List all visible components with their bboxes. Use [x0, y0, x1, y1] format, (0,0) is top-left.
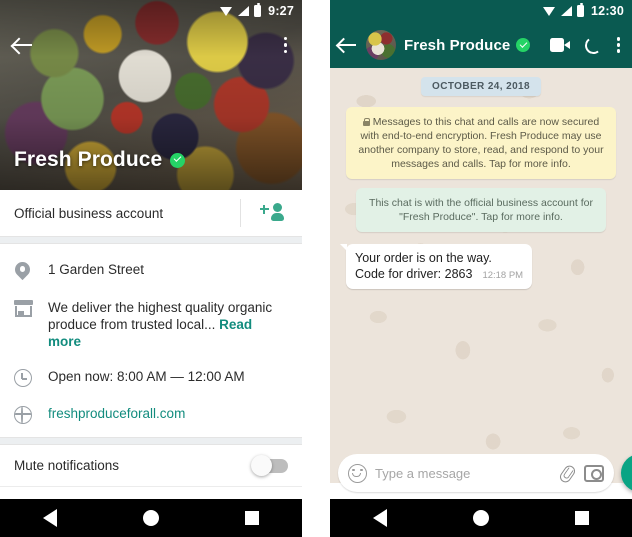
encryption-notice-text: Messages to this chat and calls are now … — [358, 116, 604, 170]
status-time: 9:27 — [268, 4, 294, 18]
profile-cover-photo: 9:27 Fresh Produce — [0, 0, 302, 190]
add-contact-button[interactable] — [240, 199, 302, 227]
clock-icon — [14, 368, 48, 387]
message-body-2: Code for driver: 2863 — [355, 267, 473, 281]
wifi-icon — [220, 6, 233, 17]
official-account-label: Official business account — [14, 205, 164, 221]
emoji-icon[interactable] — [348, 463, 367, 483]
attachment-icon[interactable] — [559, 464, 576, 483]
composer-pill[interactable] — [338, 454, 614, 492]
business-account-notice[interactable]: This chat is with the official business … — [356, 188, 606, 232]
message-input[interactable] — [375, 465, 551, 481]
globe-icon — [14, 405, 48, 424]
video-call-icon[interactable] — [549, 37, 570, 52]
android-nav-bar — [0, 499, 302, 537]
encryption-notice[interactable]: Messages to this chat and calls are now … — [346, 107, 616, 179]
battery-icon — [577, 3, 585, 17]
message-list[interactable]: OCTOBER 24, 2018 Messages to this chat a… — [330, 68, 632, 483]
nav-back-button[interactable] — [373, 509, 387, 527]
mute-notifications-label: Mute notifications — [14, 458, 120, 473]
message-text-line-2: Code for driver: 2863 12:18 PM — [355, 266, 523, 284]
contact-title[interactable]: Fresh Produce — [404, 37, 542, 54]
more-options-icon[interactable] — [615, 34, 622, 55]
verified-badge-icon — [516, 38, 531, 52]
hours-text: Open now: 8:00 AM — 12:00 AM — [48, 369, 245, 384]
business-profile-screen: 9:27 Fresh Produce Official business acc… — [0, 0, 302, 537]
signal-icon — [561, 6, 573, 16]
wifi-icon — [543, 6, 556, 17]
date-chip-label: OCTOBER 24, 2018 — [421, 77, 541, 96]
setting-row-mute[interactable]: Mute notifications — [0, 445, 302, 487]
more-options-icon[interactable] — [281, 33, 291, 58]
date-divider: OCTOBER 24, 2018 — [340, 77, 622, 96]
location-pin-icon — [14, 261, 48, 281]
message-text-line-1: Your order is on the way. — [355, 251, 492, 265]
chat-header-actions — [549, 34, 624, 55]
lock-icon — [362, 118, 371, 126]
section-divider-2 — [0, 437, 302, 445]
nav-home-button[interactable] — [143, 510, 159, 526]
voice-call-icon[interactable] — [584, 36, 601, 53]
profile-title: Fresh Produce — [14, 148, 186, 172]
message-bubble-incoming[interactable]: Your order is on the way. Code for drive… — [339, 244, 533, 289]
verified-badge-icon — [170, 152, 186, 168]
battery-icon — [254, 3, 262, 17]
add-person-icon — [259, 203, 284, 223]
info-row-address[interactable]: 1 Garden Street — [0, 252, 302, 290]
address-text: 1 Garden Street — [48, 262, 145, 277]
business-name: Fresh Produce — [14, 148, 163, 171]
mute-notifications-toggle[interactable] — [251, 454, 288, 476]
info-row-description[interactable]: We deliver the highest quality organic p… — [0, 290, 302, 359]
message-row: Your order is on the way. Code for drive… — [339, 244, 622, 289]
storefront-icon — [14, 299, 48, 317]
message-timestamp: 12:18 PM — [482, 270, 524, 281]
info-row-website[interactable]: freshproduceforall.com — [0, 396, 302, 433]
business-notice-text: This chat is with the official business … — [369, 197, 593, 223]
description-text: We deliver the highest quality organic p… — [48, 299, 288, 350]
business-info-list: 1 Garden Street We deliver the highest q… — [0, 244, 302, 437]
official-account-row: Official business account — [0, 190, 302, 236]
website-link[interactable]: freshproduceforall.com — [48, 405, 185, 422]
dual-screenshot: 9:27 Fresh Produce Official business acc… — [0, 0, 632, 537]
status-bar: 12:30 — [330, 0, 632, 22]
back-arrow-icon[interactable] — [338, 35, 358, 55]
nav-recents-button[interactable] — [245, 511, 259, 525]
nav-recents-button[interactable] — [575, 511, 589, 525]
android-nav-bar — [330, 499, 632, 537]
message-composer — [330, 447, 632, 499]
nav-back-button[interactable] — [43, 509, 57, 527]
chat-header: Fresh Produce — [330, 22, 632, 68]
section-divider — [0, 236, 302, 244]
chat-screen: 12:30 Fresh Produce OCTOBER 24, 2018 Mes… — [330, 0, 632, 537]
screenshot-gutter — [302, 0, 330, 537]
signal-icon — [238, 6, 250, 16]
nav-home-button[interactable] — [473, 510, 489, 526]
contact-avatar[interactable] — [366, 30, 396, 60]
status-bar: 9:27 — [0, 0, 302, 22]
voice-message-button[interactable] — [621, 454, 632, 492]
camera-icon[interactable] — [584, 464, 604, 482]
back-arrow-icon[interactable] — [12, 34, 34, 56]
contact-name: Fresh Produce — [404, 36, 511, 54]
status-time: 12:30 — [591, 4, 624, 18]
info-row-hours[interactable]: Open now: 8:00 AM — 12:00 AM — [0, 359, 302, 396]
